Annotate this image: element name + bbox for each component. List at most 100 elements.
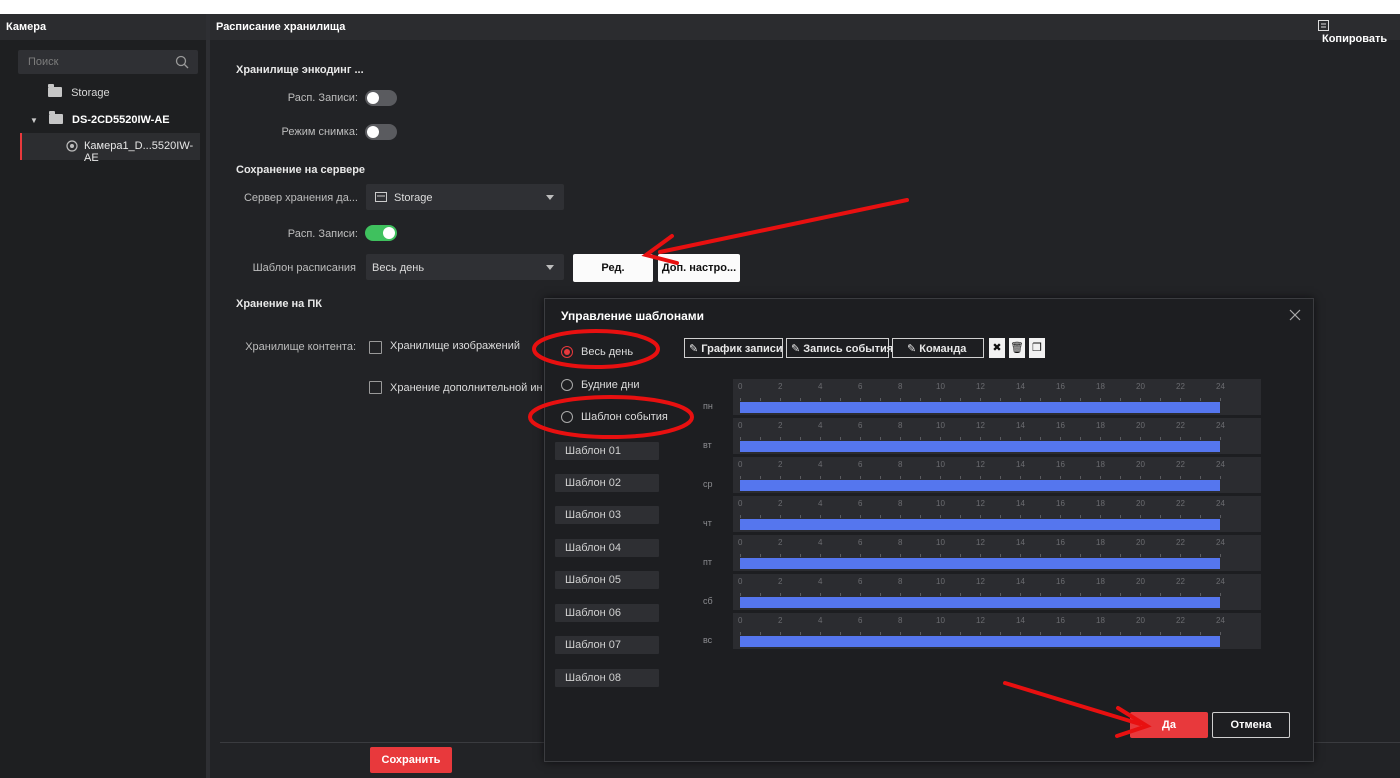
- day-schedule-row[interactable]: 0 2 4 6 8 10 12 14 16 18 20 22 24: [733, 535, 1261, 571]
- hour-gridline: [1180, 554, 1181, 557]
- images-storage-checkbox[interactable]: [369, 341, 382, 354]
- hour-tick: 2: [778, 460, 783, 469]
- template-item[interactable]: Шаблон 01: [555, 442, 659, 460]
- template-item[interactable]: Шаблон 06: [555, 604, 659, 622]
- template-item[interactable]: Шаблон 07: [555, 636, 659, 654]
- hour-gridline: [1200, 632, 1201, 635]
- hour-gridline: [940, 398, 941, 401]
- hour-tick: 24: [1216, 382, 1225, 391]
- hour-tick: 22: [1176, 460, 1185, 469]
- day-schedule-row[interactable]: 0 2 4 6 8 10 12 14 16 18 20 22 24: [733, 496, 1261, 532]
- hour-gridline: [880, 398, 881, 401]
- hour-gridline: [740, 476, 741, 479]
- edit-button[interactable]: Ред.: [573, 254, 653, 282]
- event-record-button[interactable]: ✎ Запись события: [786, 338, 893, 358]
- cancel-button[interactable]: Отмена: [1212, 712, 1290, 738]
- hour-gridline: [1080, 554, 1081, 557]
- copy-icon[interactable]: ❐: [1029, 338, 1045, 358]
- hour-tick: 4: [818, 616, 823, 625]
- radio-button[interactable]: [561, 411, 573, 423]
- server-rec-toggle[interactable]: [365, 225, 397, 241]
- hour-tick: 10: [936, 460, 945, 469]
- hour-gridline: [1180, 632, 1181, 635]
- rec-schedule-toggle[interactable]: [365, 90, 397, 106]
- snapshot-toggle[interactable]: [365, 124, 397, 140]
- hour-tick: 4: [818, 499, 823, 508]
- hour-gridline: [800, 398, 801, 401]
- schedule-bar[interactable]: [740, 636, 1220, 647]
- save-button[interactable]: Сохранить: [370, 747, 452, 773]
- close-x-icon[interactable]: ✖: [989, 338, 1005, 358]
- advanced-settings-button[interactable]: Доп. настро...: [658, 254, 740, 282]
- schedule-bar[interactable]: [740, 558, 1220, 569]
- extra-storage-checkbox[interactable]: [369, 381, 382, 394]
- search-input[interactable]: Поиск: [18, 50, 198, 74]
- day-schedule-row[interactable]: 0 2 4 6 8 10 12 14 16 18 20 22 24: [733, 457, 1261, 493]
- chevron-down-icon[interactable]: ▼: [30, 116, 38, 125]
- hour-tick: 4: [818, 577, 823, 586]
- radio-button[interactable]: [561, 379, 573, 391]
- event-record-label: Запись события: [803, 343, 894, 355]
- schedule-bar[interactable]: [740, 480, 1220, 491]
- hour-gridline: [1180, 398, 1181, 401]
- command-button[interactable]: ✎ Команда: [892, 338, 984, 358]
- template-item[interactable]: Шаблон 02: [555, 474, 659, 492]
- template-item[interactable]: Шаблон 04: [555, 539, 659, 557]
- template-select[interactable]: Весь день: [366, 254, 564, 280]
- record-schedule-button[interactable]: ✎ График записи: [684, 338, 783, 358]
- schedule-bar[interactable]: [740, 519, 1220, 530]
- day-schedule-row[interactable]: 0 2 4 6 8 10 12 14 16 18 20 22 24: [733, 613, 1261, 649]
- hour-gridline: [1060, 593, 1061, 596]
- hour-tick: 4: [818, 421, 823, 430]
- search-icon[interactable]: [174, 54, 190, 70]
- storage-server-select[interactable]: Storage: [366, 184, 564, 210]
- hour-tick: 20: [1136, 538, 1145, 547]
- hour-gridline: [1220, 476, 1221, 479]
- yes-button[interactable]: Да: [1130, 712, 1208, 738]
- delete-icon[interactable]: 🗑: [1009, 338, 1025, 358]
- template-item[interactable]: Шаблон 08: [555, 669, 659, 687]
- hour-gridline: [960, 476, 961, 479]
- hour-gridline: [740, 632, 741, 635]
- schedule-bar[interactable]: [740, 402, 1220, 413]
- tree-item-storage[interactable]: Storage: [48, 84, 110, 108]
- hour-gridline: [760, 632, 761, 635]
- hour-gridline: [1140, 398, 1141, 401]
- tree-item-device[interactable]: ▼ DS-2CD5520IW-AE: [30, 111, 170, 135]
- schedule-bar[interactable]: [740, 597, 1220, 608]
- hour-tick: 22: [1176, 382, 1185, 391]
- hour-gridline: [740, 554, 741, 557]
- template-item[interactable]: Шаблон 03: [555, 506, 659, 524]
- hour-gridline: [1080, 437, 1081, 440]
- hour-tick: 14: [1016, 616, 1025, 625]
- encoding-section-title: Хранилище энкодинг ...: [236, 64, 364, 76]
- hour-gridline: [1220, 515, 1221, 518]
- hour-tick: 6: [858, 421, 863, 430]
- template-item[interactable]: Шаблон 05: [555, 571, 659, 589]
- hour-tick: 20: [1136, 382, 1145, 391]
- copy-button[interactable]: Копировать: [1318, 20, 1400, 45]
- close-icon[interactable]: [1289, 309, 1301, 321]
- hour-gridline: [1120, 554, 1121, 557]
- hour-gridline: [800, 515, 801, 518]
- day-schedule-row[interactable]: 0 2 4 6 8 10 12 14 16 18 20 22 24: [733, 379, 1261, 415]
- day-schedule-row[interactable]: 0 2 4 6 8 10 12 14 16 18 20 22 24: [733, 418, 1261, 454]
- hour-gridline: [1060, 554, 1061, 557]
- hour-gridline: [1100, 632, 1101, 635]
- schedule-bar[interactable]: [740, 441, 1220, 452]
- hour-gridline: [940, 476, 941, 479]
- tree-item-camera[interactable]: Камера1_D...5520IW-AE: [20, 133, 200, 164]
- day-schedule-row[interactable]: 0 2 4 6 8 10 12 14 16 18 20 22 24: [733, 574, 1261, 610]
- hour-gridline: [780, 476, 781, 479]
- hour-tick: 0: [738, 421, 743, 430]
- hour-tick: 0: [738, 460, 743, 469]
- hour-gridline: [940, 632, 941, 635]
- hour-gridline: [820, 593, 821, 596]
- hour-tick: 10: [936, 421, 945, 430]
- hour-gridline: [840, 554, 841, 557]
- radio-button[interactable]: [561, 346, 573, 358]
- hour-tick: 18: [1096, 499, 1105, 508]
- hour-tick: 12: [976, 577, 985, 586]
- hour-gridline: [1200, 398, 1201, 401]
- hour-tick: 18: [1096, 577, 1105, 586]
